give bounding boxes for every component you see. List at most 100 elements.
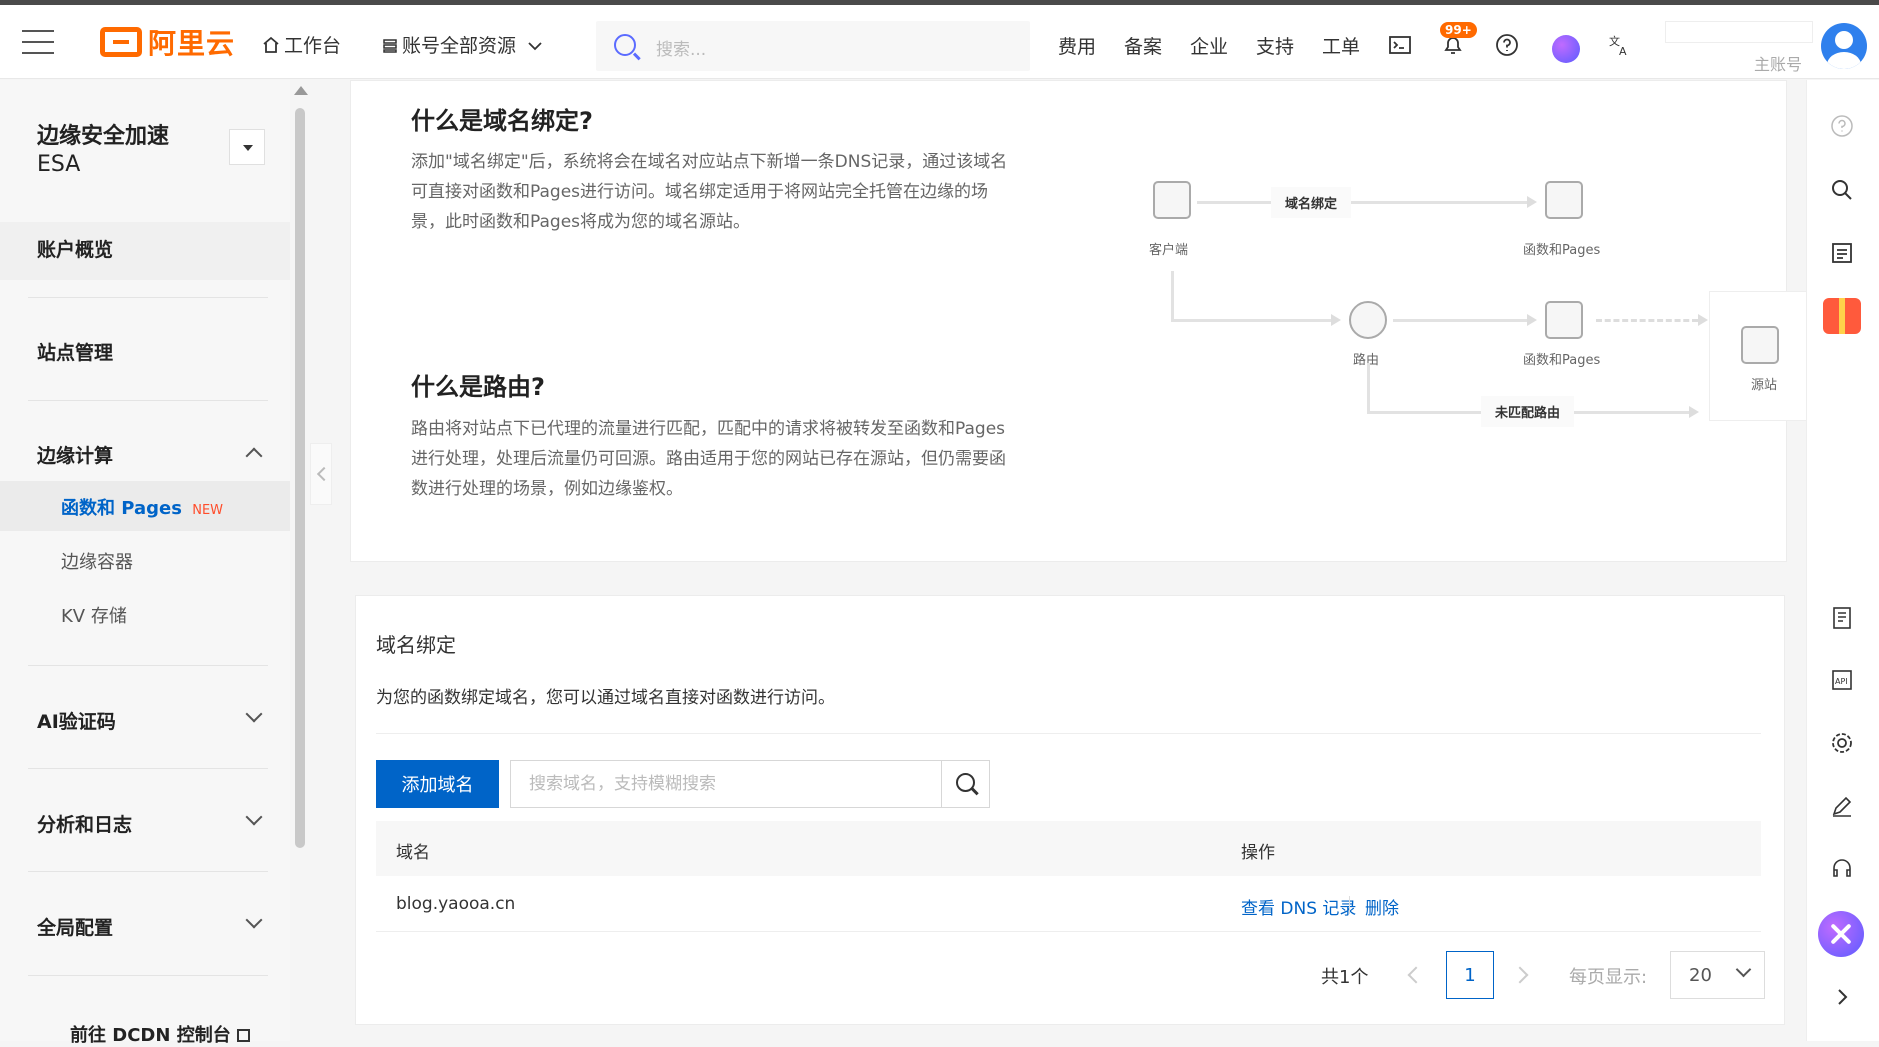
intro-card: 什么是域名绑定? 添加"域名绑定"后，系统将会在域名对应站点下新增一条DNS记录… xyxy=(350,80,1813,562)
sidebar-divider xyxy=(28,768,268,769)
sidebar-item-analytics-logs[interactable]: 分析和日志 xyxy=(37,810,132,837)
pagination-total: 共1个 xyxy=(1321,967,1369,988)
functions-pages-label: 函数和 Pages xyxy=(61,498,182,519)
add-domain-button[interactable]: 添加域名 xyxy=(376,760,499,808)
diagram-line xyxy=(1197,201,1527,204)
sidebar-item-sites[interactable]: 站点管理 xyxy=(37,338,113,365)
diagram-line xyxy=(1171,319,1331,322)
goto-dcdn-label: 前往 DCDN 控制台 xyxy=(70,1025,231,1046)
api-icon[interactable]: API xyxy=(1830,668,1854,692)
scroll-up-arrow[interactable] xyxy=(294,86,308,95)
help-icon[interactable] xyxy=(1830,114,1854,138)
product-code: ESA xyxy=(37,152,81,177)
sidebar-item-edge-compute[interactable]: 边缘计算 xyxy=(37,441,113,468)
terminal-icon[interactable] xyxy=(1388,33,1412,57)
page-size-select[interactable]: 20 xyxy=(1670,951,1765,999)
column-actions: 操作 xyxy=(1241,843,1275,863)
ai-assistant-icon[interactable] xyxy=(1818,911,1864,957)
diagram-client-label: 客户端 xyxy=(1149,243,1189,258)
prev-page-icon[interactable] xyxy=(1407,966,1425,984)
diagram-unmatched-route: 未匹配路由 xyxy=(1481,396,1575,427)
diagram-dashed-line xyxy=(1596,319,1698,322)
checklist-icon[interactable] xyxy=(1830,241,1854,265)
sidebar-divider xyxy=(28,975,268,976)
domain-binding-title: 域名绑定 xyxy=(376,633,456,657)
domain-search-input[interactable] xyxy=(511,761,941,807)
column-domain: 域名 xyxy=(396,843,430,863)
globe-icon xyxy=(1349,301,1387,339)
table-row: blog.yaooa.cn 查看 DNS 记录 删除 xyxy=(376,876,1761,932)
external-link-icon xyxy=(236,1029,250,1042)
chevron-down-icon xyxy=(1735,961,1752,978)
goto-dcdn-link[interactable]: 前往 DCDN 控制台 xyxy=(70,1021,250,1047)
nav-ticket[interactable]: 工单 xyxy=(1322,32,1360,59)
diagram-domain-binding: 域名绑定 xyxy=(1271,187,1352,218)
avatar[interactable] xyxy=(1821,23,1867,69)
page-1-button[interactable]: 1 xyxy=(1446,951,1494,999)
aliyun-logo[interactable]: 阿里云 xyxy=(100,25,235,60)
workbench-link[interactable]: 工作台 xyxy=(262,31,341,58)
gift-icon[interactable] xyxy=(1823,298,1861,334)
page-size-value: 20 xyxy=(1689,965,1712,986)
diagram-arrow xyxy=(1689,406,1699,418)
sidebar-item-functions-pages[interactable]: 函数和 Pages NEW xyxy=(61,494,223,520)
action-divider xyxy=(1349,896,1350,914)
diagram-arrow xyxy=(1527,196,1537,208)
diagram-route-label: 路由 xyxy=(1353,353,1380,368)
nav-filing[interactable]: 备案 xyxy=(1124,32,1162,59)
resources-dropdown[interactable]: 账号全部资源 xyxy=(382,31,542,58)
sidebar-item-global-config[interactable]: 全局配置 xyxy=(37,913,113,940)
diagram-functions-label-2: 函数和Pages xyxy=(1523,353,1601,368)
svg-text:API: API xyxy=(1835,677,1848,686)
help-icon[interactable] xyxy=(1495,33,1519,57)
search-button[interactable] xyxy=(941,761,989,807)
divider xyxy=(376,733,1761,734)
chevron-down-icon xyxy=(528,42,542,51)
architecture-diagram: 客户端 域名绑定 函数和Pages 路由 函数和Pages 源站 未匹配路由 xyxy=(1091,141,1813,501)
sidebar-item-overview[interactable]: 账户概览 xyxy=(37,235,113,262)
view-dns-link[interactable]: 查看 DNS 记录 xyxy=(1241,894,1356,919)
chevron-down-icon xyxy=(245,705,263,723)
notification-badge: 99+ xyxy=(1440,22,1477,38)
binding-intro-desc: 添加"域名绑定"后，系统将会在域名对应站点下新增一条DNS记录，通过该域名可直接… xyxy=(411,152,1008,232)
nav-fees[interactable]: 费用 xyxy=(1058,32,1096,59)
chevron-right-icon[interactable] xyxy=(1830,985,1854,1009)
chevron-up-icon xyxy=(245,447,263,465)
nav-enterprise[interactable]: 企业 xyxy=(1190,32,1228,59)
product-switch-dropdown[interactable] xyxy=(229,129,265,165)
sidebar-collapse-handle[interactable] xyxy=(310,443,332,505)
diagram-line xyxy=(1367,363,1370,413)
route-intro-title: 什么是路由? xyxy=(411,373,545,401)
chevron-down-icon xyxy=(245,808,263,826)
search-icon[interactable] xyxy=(1830,178,1854,202)
translate-icon[interactable]: 文 A xyxy=(1608,33,1632,57)
global-search-placeholder: 搜索... xyxy=(656,40,707,60)
document-icon[interactable] xyxy=(1830,606,1854,630)
functions-icon xyxy=(1545,181,1583,219)
new-badge: NEW xyxy=(192,503,224,518)
domain-search xyxy=(510,760,990,808)
global-search-input[interactable]: 搜索... xyxy=(596,21,1030,71)
gear-icon[interactable] xyxy=(1830,731,1854,755)
next-page-icon[interactable] xyxy=(1511,966,1529,984)
menu-icon[interactable] xyxy=(22,30,54,54)
nav-support[interactable]: 支持 xyxy=(1256,32,1294,59)
diagram-line xyxy=(1393,319,1527,322)
diagram-arrow xyxy=(1527,314,1537,326)
sidebar-divider xyxy=(28,871,268,872)
ai-assistant-icon[interactable] xyxy=(1552,35,1580,63)
diagram-arrow xyxy=(1698,314,1708,326)
sidebar-item-ai-captcha[interactable]: AI验证码 xyxy=(37,707,116,734)
account-name[interactable] xyxy=(1665,21,1813,43)
workbench-label: 工作台 xyxy=(284,35,342,57)
sidebar-item-kv-storage[interactable]: KV 存储 xyxy=(61,602,127,628)
list-icon xyxy=(383,39,397,53)
headset-icon[interactable] xyxy=(1830,857,1854,881)
route-intro-desc: 路由将对站点下已代理的流量进行匹配，匹配中的请求将被转发至函数和Pages进行处… xyxy=(411,419,1006,499)
sidebar-scrollbar[interactable] xyxy=(295,108,305,848)
edit-icon[interactable] xyxy=(1830,794,1854,818)
delete-link[interactable]: 删除 xyxy=(1365,894,1399,919)
sidebar-item-edge-container[interactable]: 边缘容器 xyxy=(61,548,133,574)
diagram-origin-label: 源站 xyxy=(1751,378,1778,393)
table-header: 域名 操作 xyxy=(376,821,1761,876)
